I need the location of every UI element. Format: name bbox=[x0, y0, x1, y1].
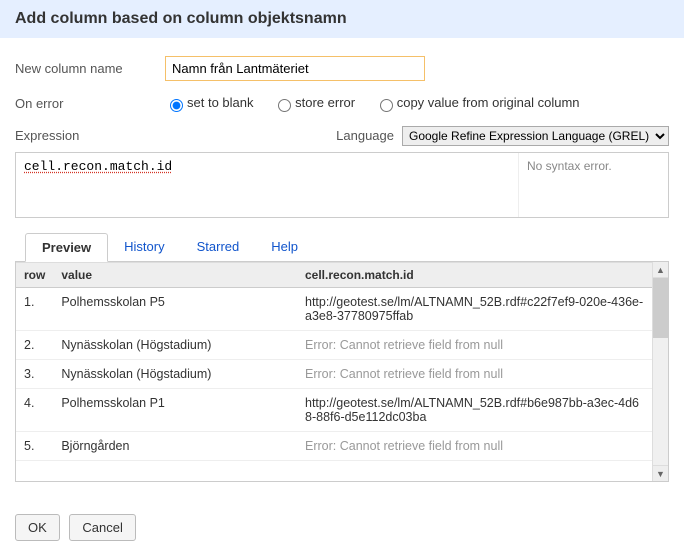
row-number: 5. bbox=[16, 431, 53, 460]
on-error-label: On error bbox=[15, 96, 165, 111]
new-column-input[interactable] bbox=[165, 56, 425, 81]
row-result: Error: Cannot retrieve field from null bbox=[297, 359, 652, 388]
col-value: value bbox=[53, 262, 297, 287]
dialog-title: Add column based on column objektsnamn bbox=[15, 10, 347, 27]
row-number: 3. bbox=[16, 359, 53, 388]
table-row: 3.Nynässkolan (Högstadium)Error: Cannot … bbox=[16, 359, 652, 388]
preview-scrollbar[interactable]: ▲ ▼ bbox=[652, 262, 668, 481]
row-value: Polhemsskolan P1 bbox=[53, 388, 297, 431]
new-column-label: New column name bbox=[15, 61, 165, 76]
on-error-store-option[interactable]: store error bbox=[273, 95, 355, 110]
on-error-blank-option[interactable]: set to blank bbox=[165, 95, 254, 110]
expression-label: Expression bbox=[15, 128, 165, 143]
tab-starred[interactable]: Starred bbox=[181, 233, 256, 262]
col-row: row bbox=[16, 262, 53, 287]
tab-history[interactable]: History bbox=[108, 233, 180, 262]
table-row: 4.Polhemsskolan P1http://geotest.se/lm/A… bbox=[16, 388, 652, 431]
on-error-copy-radio[interactable] bbox=[380, 99, 393, 112]
on-error-blank-radio[interactable] bbox=[170, 99, 183, 112]
on-error-store-radio[interactable] bbox=[278, 99, 291, 112]
language-label: Language bbox=[336, 128, 394, 143]
row-value: Polhemsskolan P5 bbox=[53, 287, 297, 330]
expression-status: No syntax error. bbox=[518, 153, 668, 217]
row-result: Error: Cannot retrieve field from null bbox=[297, 431, 652, 460]
language-select[interactable]: Google Refine Expression Language (GREL) bbox=[402, 126, 669, 146]
cancel-button[interactable]: Cancel bbox=[69, 514, 135, 541]
row-result: http://geotest.se/lm/ALTNAMN_52B.rdf#c22… bbox=[297, 287, 652, 330]
table-row: 1.Polhemsskolan P5http://geotest.se/lm/A… bbox=[16, 287, 652, 330]
preview-table: row value cell.recon.match.id 1.Polhemss… bbox=[16, 262, 652, 461]
dialog-footer: OK Cancel bbox=[0, 504, 684, 555]
expression-box: No syntax error. bbox=[15, 152, 669, 218]
row-result: Error: Cannot retrieve field from null bbox=[297, 330, 652, 359]
expression-textarea[interactable] bbox=[16, 153, 518, 217]
row-number: 2. bbox=[16, 330, 53, 359]
dialog-header: Add column based on column objektsnamn bbox=[0, 0, 684, 38]
scroll-up-icon[interactable]: ▲ bbox=[653, 262, 668, 278]
scroll-down-icon[interactable]: ▼ bbox=[653, 465, 668, 481]
tab-preview[interactable]: Preview bbox=[25, 233, 108, 262]
ok-button[interactable]: OK bbox=[15, 514, 60, 541]
on-error-group: set to blank store error copy value from… bbox=[165, 95, 596, 112]
table-row: 5.BjörngårdenError: Cannot retrieve fiel… bbox=[16, 431, 652, 460]
on-error-copy-option[interactable]: copy value from original column bbox=[375, 95, 580, 110]
row-value: Nynässkolan (Högstadium) bbox=[53, 359, 297, 388]
form-area: New column name On error set to blank st… bbox=[0, 38, 684, 504]
row-result: http://geotest.se/lm/ALTNAMN_52B.rdf#b6e… bbox=[297, 388, 652, 431]
row-value: Nynässkolan (Högstadium) bbox=[53, 330, 297, 359]
row-value: Björngården bbox=[53, 431, 297, 460]
tab-help[interactable]: Help bbox=[255, 233, 314, 262]
tabs: Preview History Starred Help bbox=[15, 232, 669, 262]
preview-panel: row value cell.recon.match.id 1.Polhemss… bbox=[15, 262, 669, 482]
row-number: 1. bbox=[16, 287, 53, 330]
scroll-thumb[interactable] bbox=[653, 278, 668, 338]
row-number: 4. bbox=[16, 388, 53, 431]
col-result: cell.recon.match.id bbox=[297, 262, 652, 287]
table-row: 2.Nynässkolan (Högstadium)Error: Cannot … bbox=[16, 330, 652, 359]
